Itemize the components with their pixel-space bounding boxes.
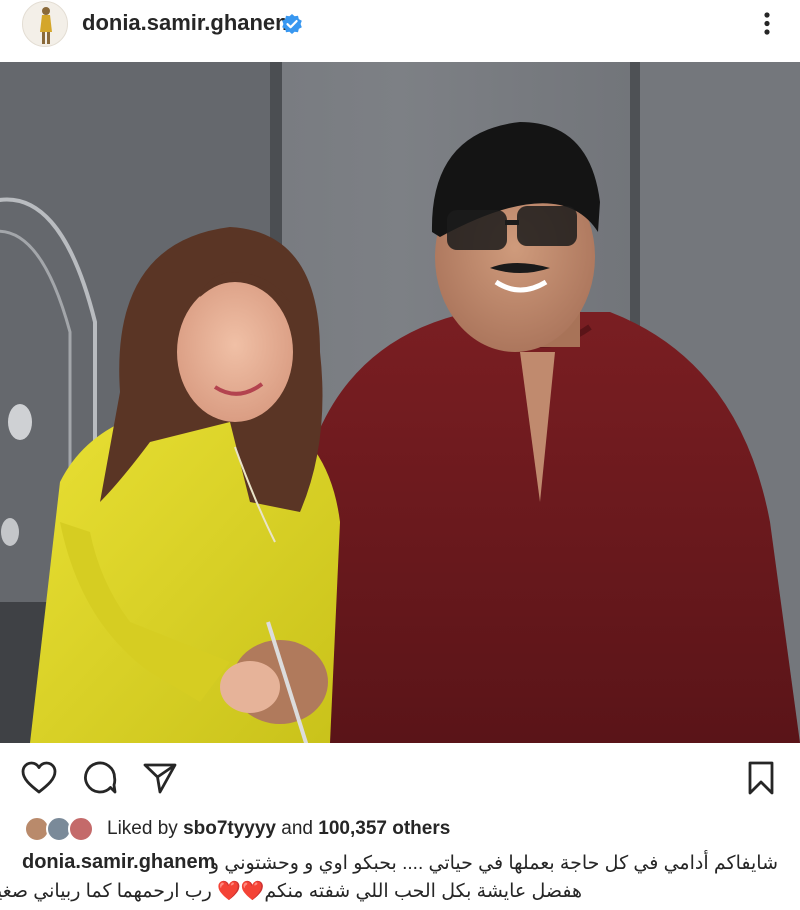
caption-username[interactable]: donia.samir.ghanem	[22, 851, 215, 874]
liker-avatar	[68, 816, 94, 842]
more-vertical-icon[interactable]	[752, 8, 782, 42]
caption-text-line1: شايفاكم أدامي في كل حاجة بعملها في حياتي…	[209, 853, 778, 874]
photo-illustration	[0, 62, 800, 743]
bookmark-icon[interactable]	[746, 760, 776, 796]
likes-count[interactable]: 100,357 others	[318, 818, 450, 839]
liker-avatars	[24, 816, 98, 842]
avatar-figure-icon	[23, 2, 67, 46]
post-photo[interactable]	[0, 62, 800, 743]
send-icon[interactable]	[142, 761, 178, 795]
post-username[interactable]: donia.samir.ghanem	[82, 10, 295, 36]
heart-icon[interactable]	[20, 760, 58, 796]
likes-summary[interactable]: Liked by sbo7tyyyy and 100,357 others	[24, 814, 784, 844]
caption-text-line2: هفضل عايشة بكل الحب اللي شفته منكم❤️❤️ ر…	[0, 881, 582, 902]
liker-username[interactable]: sbo7tyyyy	[183, 818, 276, 839]
post-header: donia.samir.ghanem	[0, 0, 800, 62]
verified-badge-icon	[282, 14, 302, 34]
likes-conjunction: and	[281, 818, 313, 839]
likes-text: Liked by sbo7tyyyy and 100,357 others	[107, 818, 450, 840]
likes-prefix: Liked by	[107, 818, 178, 839]
comment-icon[interactable]	[82, 760, 118, 796]
profile-avatar[interactable]	[22, 1, 68, 47]
